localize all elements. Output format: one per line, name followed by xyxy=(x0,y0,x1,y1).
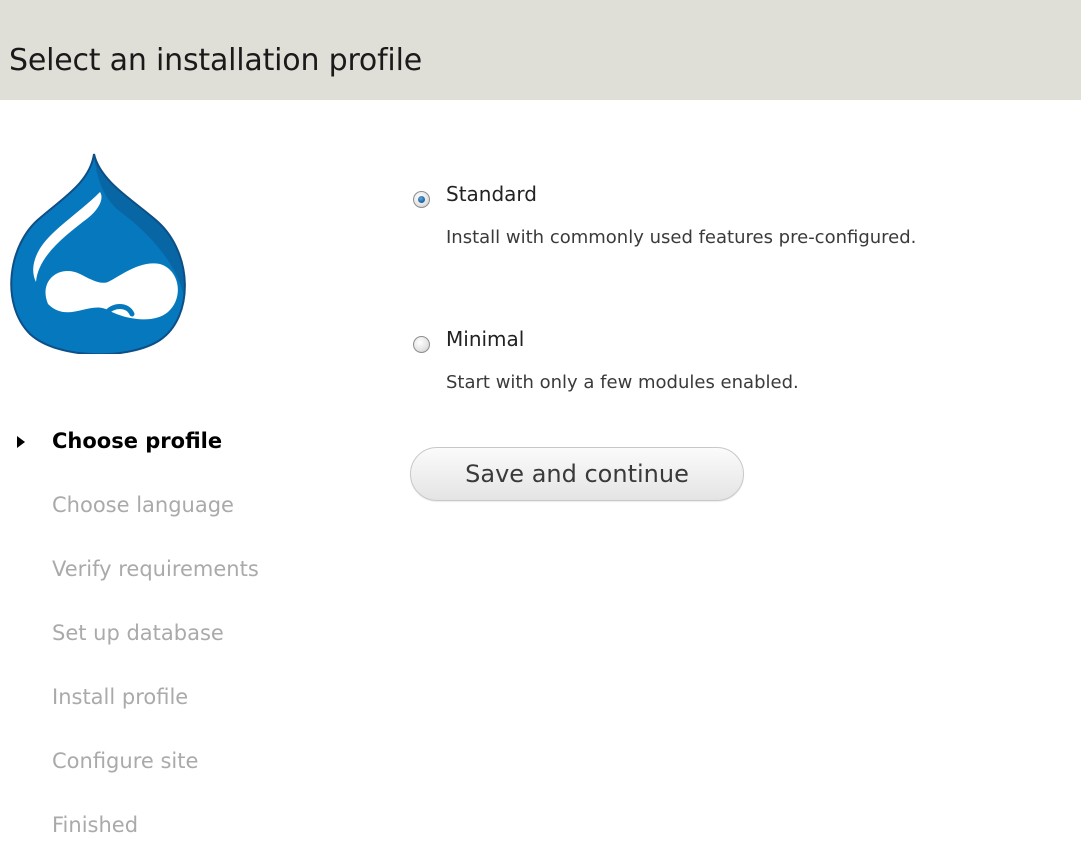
step-choose-profile: Choose profile xyxy=(0,420,360,484)
minimal-radio[interactable] xyxy=(413,336,430,353)
profile-option-minimal: Minimal Start with only a few modules en… xyxy=(410,317,1070,447)
profile-option-standard: Standard Install with commonly used feat… xyxy=(410,172,1070,317)
standard-label[interactable]: Standard xyxy=(446,180,537,208)
step-label: Set up database xyxy=(52,621,224,645)
step-configure-site: Configure site xyxy=(0,740,360,804)
step-finished: Finished xyxy=(0,804,360,868)
step-label: Choose profile xyxy=(52,429,223,453)
save-and-continue-button[interactable]: Save and continue xyxy=(410,447,744,501)
step-choose-language: Choose language xyxy=(0,484,360,548)
step-label: Install profile xyxy=(52,685,189,709)
standard-description: Install with commonly used features pre-… xyxy=(446,227,917,248)
step-set-up-database: Set up database xyxy=(0,612,360,676)
step-label: Choose language xyxy=(52,493,234,517)
drupal-drop-logo-icon xyxy=(10,153,186,354)
minimal-description: Start with only a few modules enabled. xyxy=(446,372,799,393)
current-step-arrow-icon xyxy=(17,436,25,448)
profile-options: Standard Install with commonly used feat… xyxy=(410,172,1070,447)
step-install-profile: Install profile xyxy=(0,676,360,740)
minimal-label[interactable]: Minimal xyxy=(446,325,524,353)
install-steps: Choose profile Choose language Verify re… xyxy=(0,420,360,868)
page-title: Select an installation profile xyxy=(9,43,422,78)
step-label: Verify requirements xyxy=(52,557,259,581)
step-label: Finished xyxy=(52,813,139,837)
step-label: Configure site xyxy=(52,749,199,773)
page-header: Select an installation profile xyxy=(0,0,1081,100)
standard-radio[interactable] xyxy=(413,191,430,208)
step-verify-requirements: Verify requirements xyxy=(0,548,360,612)
